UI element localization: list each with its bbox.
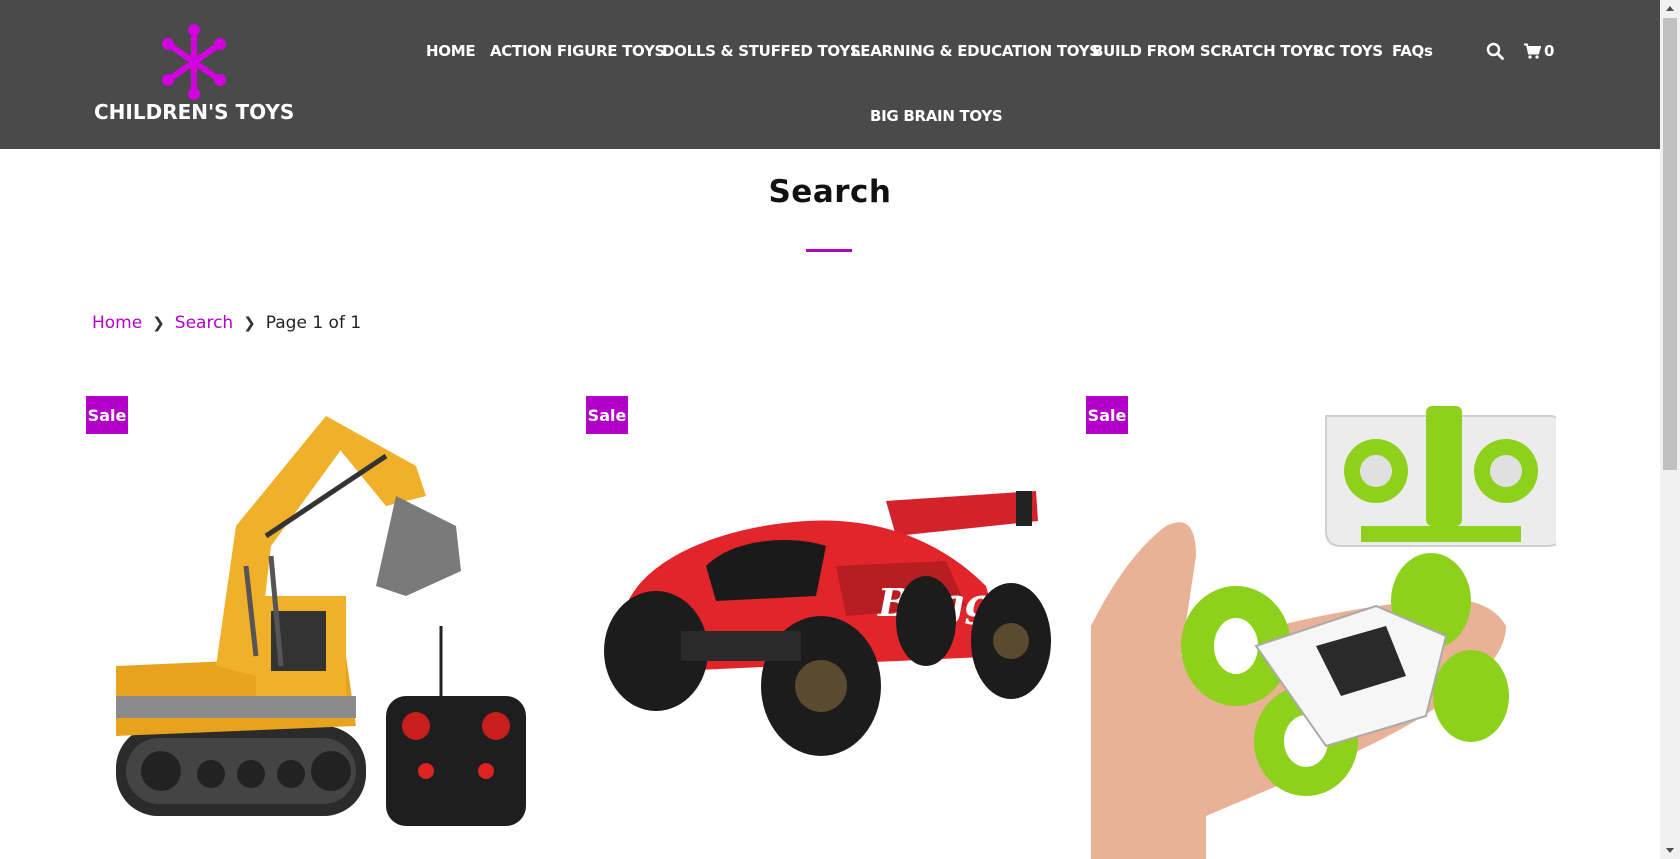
page-scrollbar[interactable]	[1660, 0, 1680, 859]
breadcrumb-home[interactable]: Home	[92, 313, 142, 333]
product-card[interactable]: Sale Buggy	[586, 396, 1056, 859]
chevron-right-icon: ❯	[243, 314, 256, 332]
scroll-thumb[interactable]	[1663, 18, 1677, 470]
product-image-excavator[interactable]	[86, 396, 556, 859]
nav-rc-toys[interactable]: RC TOYS	[1313, 42, 1383, 60]
page-title: Search	[768, 174, 892, 210]
breadcrumb: Home ❯ Search ❯ Page 1 of 1	[92, 312, 361, 334]
sale-badge: Sale	[586, 396, 628, 434]
sale-badge: Sale	[86, 396, 128, 434]
cart-count[interactable]: 0	[1544, 42, 1554, 60]
scroll-up-arrow-icon[interactable]	[1660, 0, 1680, 17]
scroll-down-arrow-icon[interactable]	[1660, 842, 1680, 859]
nav-home[interactable]: HOME	[426, 42, 476, 60]
product-card[interactable]: Sale	[86, 396, 556, 859]
cart-icon[interactable]	[1523, 43, 1541, 59]
nav-faqs[interactable]: FAQs	[1392, 42, 1433, 60]
breadcrumb-current: Page 1 of 1	[265, 313, 362, 333]
nav-action-figure-toys[interactable]: ACTION FIGURE TOYS	[490, 42, 665, 60]
logo-mark-icon	[162, 24, 226, 100]
site-header: CHILDREN'S TOYS HOME ACTION FIGURE TOYS …	[0, 0, 1660, 149]
nav-learning-education-toys[interactable]: LEARNING & EDUCATION TOYS	[851, 42, 1100, 60]
breadcrumb-search[interactable]: Search	[175, 313, 233, 333]
product-image-rc-buggy[interactable]: Buggy	[586, 396, 1056, 859]
site-logo[interactable]: CHILDREN'S TOYS	[94, 22, 295, 126]
product-image-stunt-car[interactable]	[1086, 396, 1556, 859]
sale-badge: Sale	[1086, 396, 1128, 434]
nav-build-from-scratch-toys[interactable]: BUILD FROM SCRATCH TOYS	[1092, 42, 1323, 60]
title-divider	[806, 249, 852, 252]
chevron-right-icon: ❯	[152, 314, 165, 332]
product-card[interactable]: Sale	[1086, 396, 1556, 859]
nav-dolls-stuffed-toys[interactable]: DOLLS & STUFFED TOYS	[662, 42, 861, 60]
nav-big-brain-toys[interactable]: BIG BRAIN TOYS	[870, 107, 1003, 125]
search-icon[interactable]	[1486, 42, 1504, 60]
logo-text: CHILDREN'S TOYS	[94, 100, 295, 124]
